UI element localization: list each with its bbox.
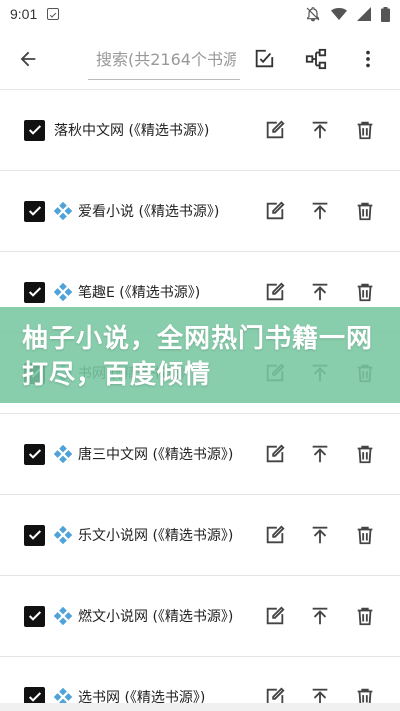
source-name: 笔趣E (《精选书源》) [78, 285, 201, 301]
move-to-top-icon [312, 526, 327, 544]
source-checkbox[interactable] [24, 524, 45, 546]
move-to-top-icon [312, 445, 327, 463]
check-icon [28, 530, 41, 540]
move-to-top-button[interactable] [297, 272, 342, 312]
edit-source-button[interactable] [252, 515, 297, 555]
source-name: 乐文小说网 (《精选书源》) [78, 528, 234, 544]
delete-source-button[interactable] [342, 434, 387, 474]
bottom-edge [0, 703, 400, 711]
move-to-top-icon [312, 121, 327, 139]
check-icon [28, 611, 41, 621]
source-name-wrap: 唐三中文网 (《精选书源》) [54, 444, 233, 464]
source-checkbox[interactable] [24, 443, 45, 465]
source-checkbox[interactable] [24, 605, 45, 627]
diamond-icon [54, 607, 72, 625]
arrow-back-icon [20, 51, 36, 66]
diamond-icon [54, 526, 72, 544]
delete-icon [357, 445, 372, 464]
move-to-top-button[interactable] [297, 434, 342, 474]
checkbox-notification-icon [47, 8, 60, 20]
move-to-top-icon [312, 607, 327, 625]
source-checkbox[interactable] [24, 119, 45, 141]
wifi-icon [331, 8, 347, 20]
source-name: 落秋中文网 (《精选书源》) [54, 123, 210, 139]
more-vert-icon [366, 50, 370, 68]
edit-source-button[interactable] [252, 596, 297, 636]
promo-banner: 柚子小说，全网热门书籍一网打尽，百度倾情 [0, 307, 400, 403]
source-name: 燃文小说网 (《精选书源》) [78, 609, 234, 625]
source-row-actions [252, 272, 387, 312]
source-row-actions [252, 110, 387, 150]
status-icons [305, 6, 390, 22]
move-to-top-button[interactable] [297, 191, 342, 231]
more-options-button[interactable] [342, 28, 394, 90]
source-row[interactable]: 燃文小说网 (《精选书源》) [0, 576, 400, 657]
edit-icon [266, 120, 285, 139]
move-to-top-icon [312, 202, 327, 220]
delete-source-button[interactable] [342, 191, 387, 231]
edit-icon [266, 606, 285, 625]
delete-icon [357, 121, 372, 140]
check-icon [28, 287, 41, 297]
source-row-actions [252, 515, 387, 555]
edit-source-button[interactable] [252, 272, 297, 312]
status-time: 9:01 [10, 6, 38, 22]
check-icon [28, 125, 41, 135]
source-name: 唐三中文网 (《精选书源》) [78, 447, 234, 463]
edit-icon [266, 282, 285, 301]
app-bar-actions [238, 28, 394, 90]
source-row-actions [252, 434, 387, 474]
group-button[interactable] [290, 28, 342, 90]
banner-text: 柚子小说，全网热门书籍一网打尽，百度倾情 [22, 324, 374, 390]
notifications-off-icon [306, 7, 320, 22]
source-name-wrap: 爱看小说 (《精选书源》) [54, 201, 219, 221]
delete-source-button[interactable] [342, 596, 387, 636]
source-checkbox[interactable] [24, 281, 45, 303]
source-row-actions [252, 191, 387, 231]
select-edit-button[interactable] [238, 28, 290, 90]
move-to-top-icon [312, 283, 327, 301]
source-row[interactable]: 落秋中文网 (《精选书源》) [0, 90, 400, 171]
edit-icon [266, 201, 285, 220]
check-icon [28, 449, 41, 459]
diamond-icon [54, 202, 72, 220]
source-row[interactable]: 唐三中文网 (《精选书源》) [0, 414, 400, 495]
delete-icon [357, 202, 372, 221]
signal-icon [357, 7, 371, 21]
move-to-top-button[interactable] [297, 110, 342, 150]
status-bar: 9:01 [0, 0, 400, 28]
search-box[interactable] [88, 40, 240, 80]
edit-select-icon [255, 49, 274, 68]
source-name-wrap: 落秋中文网 (《精选书源》) [54, 120, 209, 140]
app-bar [0, 28, 400, 90]
source-name: 爱看小说 (《精选书源》) [78, 204, 220, 220]
source-checkbox[interactable] [24, 200, 45, 222]
delete-source-button[interactable] [342, 515, 387, 555]
source-name-wrap: 燃文小说网 (《精选书源》) [54, 606, 233, 626]
delete-source-button[interactable] [342, 272, 387, 312]
source-row[interactable]: 乐文小说网 (《精选书源》) [0, 495, 400, 576]
move-to-top-button[interactable] [297, 515, 342, 555]
delete-source-button[interactable] [342, 110, 387, 150]
check-icon [28, 206, 41, 216]
move-to-top-button[interactable] [297, 596, 342, 636]
edit-icon [266, 444, 285, 463]
battery-icon [381, 6, 390, 22]
delete-icon [357, 607, 372, 626]
search-input[interactable] [96, 50, 236, 69]
edit-source-button[interactable] [252, 434, 297, 474]
group-icon [305, 48, 327, 70]
source-row[interactable]: 爱看小说 (《精选书源》) [0, 171, 400, 252]
source-name-wrap: 笔趣E (《精选书源》) [54, 282, 200, 302]
source-name-wrap: 乐文小说网 (《精选书源》) [54, 525, 233, 545]
edit-source-button[interactable] [252, 191, 297, 231]
source-row-actions [252, 596, 387, 636]
back-button[interactable] [0, 28, 56, 90]
delete-icon [357, 283, 372, 302]
edit-source-button[interactable] [252, 110, 297, 150]
diamond-icon [54, 283, 72, 301]
edit-icon [266, 525, 285, 544]
delete-icon [357, 526, 372, 545]
diamond-icon [54, 445, 72, 463]
